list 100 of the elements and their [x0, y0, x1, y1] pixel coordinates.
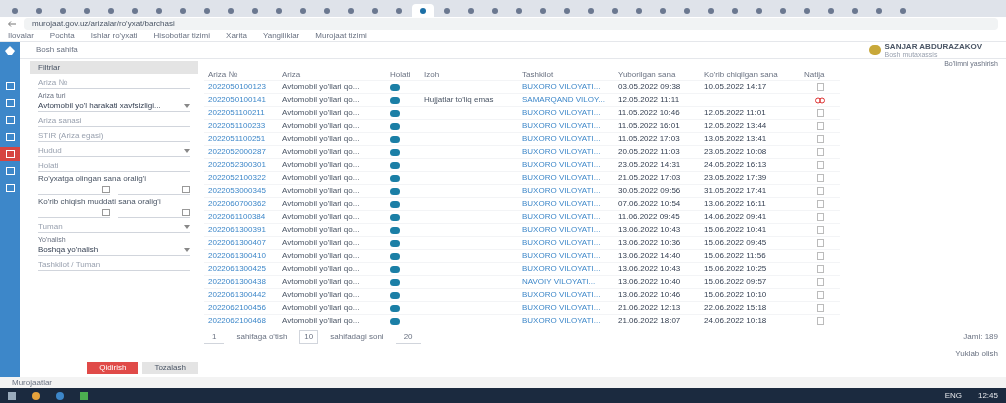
column-header[interactable]: Izoh	[420, 69, 518, 81]
column-header[interactable]: Ariza №	[204, 69, 278, 81]
export-link[interactable]: Yuklab olish	[955, 348, 998, 360]
bookmark[interactable]: Ishlar ro'yxati	[90, 29, 138, 42]
date-field[interactable]	[118, 207, 190, 218]
table-row[interactable]: 2022062100456 Avtomobil yo'llari qo... BUXORO VILOYATI... 21.06.2022 12:13 22.06.2022 15:18	[204, 301, 840, 314]
input-field[interactable]: Holati	[38, 160, 190, 172]
table-cell-text: 31.05.2022 17:41	[703, 185, 768, 197]
table-row[interactable]: 2022051100211 Avtomobil yo'llari qo... BUXORO VILOYATI... 11.05.2022 10:46 12.05.2022 11:01	[204, 106, 840, 119]
search-button[interactable]: Qidirish	[87, 362, 139, 374]
date-field[interactable]	[118, 184, 190, 195]
table-cell-text: BUXORO VILOYATI...	[521, 250, 602, 262]
per-page-select[interactable]: 20	[395, 330, 421, 344]
table-cell-text: 14.06.2022 09:41	[703, 211, 768, 223]
column-header[interactable]: Natija	[800, 69, 840, 81]
table-cell-text: BUXORO VILOYATI...	[521, 107, 602, 119]
bookmark[interactable]: Xarita	[226, 29, 247, 42]
column-header[interactable]: Ko'rib chiqilgan sana	[700, 69, 800, 81]
table-row[interactable]: 2022061300410 Avtomobil yo'llari qo... BUXORO VILOYATI... 13.06.2022 14:40 15.06.2022 11:56	[204, 249, 840, 262]
page-field[interactable]: 1	[204, 330, 225, 344]
table-cell-text: 2022051100211	[207, 107, 266, 119]
start-icon[interactable]	[8, 391, 16, 400]
table-cell-text: Avtomobil yo'llari qo...	[281, 107, 361, 119]
table-cell-text: BUXORO VILOYATI...	[521, 185, 602, 197]
table-row[interactable]: 2022052100322 Avtomobil yo'llari qo... BUXORO VILOYATI... 21.05.2022 17:03 23.05.2022 17:39	[204, 171, 840, 184]
select-field[interactable]: Hudud	[38, 145, 190, 157]
table-cell-text: 13.06.2022 10:40	[617, 276, 682, 288]
square-icon	[5, 82, 15, 90]
table-row[interactable]: 2022053000345 Avtomobil yo'llari qo... BUXORO VILOYATI... 30.05.2022 09:56 31.05.2022 17:41	[204, 184, 840, 197]
table-row[interactable]: 2022052000287 Avtomobil yo'llari qo... BUXORO VILOYATI... 20.05.2022 11:03 23.05.2022 10:08	[204, 145, 840, 158]
table-cell-text: BUXORO VILOYATI...	[521, 198, 602, 210]
nav-link[interactable]: Bosh sahifa	[36, 44, 78, 56]
table-cell-text: 13.05.2022 13:41	[703, 133, 768, 145]
table-cell-text: 07.06.2022 10:54	[617, 198, 682, 210]
clear-button[interactable]: Tozalash	[142, 362, 198, 374]
bookmark[interactable]: Murojaat tizimi	[315, 29, 367, 42]
input-field[interactable]: Ariza sanasi	[38, 115, 190, 127]
bookmark[interactable]: Yangiliklar	[262, 29, 300, 42]
table-cell-text: 2022061300425	[207, 263, 267, 275]
table-cell-text: Avtomobil yo'llari qo...	[281, 250, 361, 262]
table-cell-text: Avtomobil yo'llari qo...	[281, 276, 361, 288]
table-cell-text: Avtomobil yo'llari qo...	[281, 146, 361, 158]
table-row[interactable]: 2022050100123 Avtomobil yo'llari qo... BUXORO VILOYATI... 03.05.2022 09:38 10.05.2022 14:17	[204, 80, 840, 93]
table-cell-text: Avtomobil yo'llari qo...	[281, 81, 361, 93]
user-name[interactable]: SANJAR ABDURAZAKOV	[884, 42, 982, 51]
table-row[interactable]: 2022061100384 Avtomobil yo'llari qo... BUXORO VILOYATI... 11.06.2022 09:45 14.06.2022 09:41	[204, 210, 840, 223]
table-row[interactable]: 2022052300301 Avtomobil yo'llari qo... BUXORO VILOYATI... 23.05.2022 14:31 24.05.2022 16:13	[204, 158, 840, 171]
column-header[interactable]: Tashkilot	[518, 69, 614, 81]
table-cell-text: 23.05.2022 10:08	[703, 146, 768, 158]
table-cell-text: Avtomobil yo'llari qo...	[281, 211, 361, 223]
app-icon[interactable]	[80, 391, 88, 400]
table-cell-text: BUXORO VILOYATI...	[521, 315, 602, 327]
column-header[interactable]: Holati	[386, 69, 420, 81]
date-field[interactable]	[38, 184, 110, 195]
table-row[interactable]: 2022061300442 Avtomobil yo'llari qo... BUXORO VILOYATI... 13.06.2022 10:46 15.06.2022 10:10	[204, 288, 840, 301]
address-bar[interactable]: murojaat.gov.uz/arizalar/ro'yxat/barchasi	[24, 17, 998, 30]
back-icon[interactable]	[8, 20, 16, 27]
bookmark[interactable]: Ilovalar	[8, 29, 34, 42]
table-cell-text: 11.05.2022 10:46	[617, 107, 681, 119]
table-cell-text: 2022060700362	[207, 198, 267, 210]
table-cell-text: 12.05.2022 11:11	[617, 94, 681, 106]
app-icon[interactable]	[32, 391, 40, 400]
avatar-icon	[868, 45, 881, 55]
bookmark[interactable]: Pochta	[49, 29, 75, 42]
table-row[interactable]: 2022061300425 Avtomobil yo'llari qo... BUXORO VILOYATI... 13.06.2022 10:43 15.06.2022 10:25	[204, 262, 840, 275]
table-cell-text: Avtomobil yo'llari qo...	[281, 94, 361, 106]
table-row[interactable]: 2022051100233 Avtomobil yo'llari qo... BUXORO VILOYATI... 11.05.2022 16:01 12.05.2022 13:44	[204, 119, 840, 132]
select-field[interactable]: Tuman	[38, 221, 190, 233]
table-row[interactable]: 2022051100251 Avtomobil yo'llari qo... BUXORO VILOYATI... 11.05.2022 17:03 13.05.2022 13:41	[204, 132, 840, 145]
table-cell-text: 13.06.2022 10:46	[617, 289, 682, 301]
table-cell-text: BUXORO VILOYATI...	[521, 146, 602, 158]
table-row[interactable]: 2022060700362 Avtomobil yo'llari qo... BUXORO VILOYATI... 07.06.2022 10:54 13.06.2022 16:11	[204, 197, 840, 210]
table-cell-text: 2022061100384	[207, 211, 267, 223]
input-field[interactable]: Tashkilot / Tuman	[38, 259, 190, 271]
input-field[interactable]: Ariza №	[38, 77, 190, 89]
table-row[interactable]: 2022050100141 Avtomobil yo'llari qo... Hujjatlar to'liq emas SAMARQAND VILOY... 12.05.2022 11:11	[204, 93, 840, 106]
column-header[interactable]: Yuborilgan sana	[614, 69, 700, 81]
table-cell-text: Avtomobil yo'llari qo...	[281, 198, 361, 210]
page-label: sahifaga o'tish	[236, 331, 288, 343]
bookmark[interactable]: Hisobotlar tizimi	[153, 29, 211, 42]
table-cell-text: Avtomobil yo'llari qo...	[281, 120, 361, 132]
table-cell-text: Avtomobil yo'llari qo...	[281, 172, 361, 184]
input-field[interactable]: STIR (Ariza egasi)	[38, 130, 190, 142]
app-icon[interactable]	[56, 391, 64, 400]
table-cell-text: 2022062100468	[207, 315, 267, 327]
browser-tab[interactable]	[412, 4, 434, 17]
table-cell-text: 2022061300410	[207, 250, 267, 262]
table-cell-text: 23.05.2022 17:39	[703, 172, 768, 184]
table-row[interactable]: 2022061300407 Avtomobil yo'llari qo... BUXORO VILOYATI... 13.06.2022 10:36 15.06.2022 09:45	[204, 236, 840, 249]
nav-item[interactable]	[0, 147, 20, 161]
table-cell-text: Avtomobil yo'llari qo...	[281, 289, 361, 301]
table-cell-text: BUXORO VILOYATI...	[521, 263, 602, 275]
calendar-icon	[102, 208, 110, 216]
table-row[interactable]: 2022061300438 Avtomobil yo'llari qo... NAVOIY VILOYATI... 13.06.2022 10:40 15.06.2022 09:57	[204, 275, 840, 288]
table-cell-text: Hujjatlar to'liq emas	[423, 94, 495, 106]
table-cell-text: 22.06.2022 15:18	[703, 302, 768, 314]
column-header[interactable]: Ariza	[278, 69, 386, 81]
date-field[interactable]	[38, 207, 110, 218]
table-row[interactable]: 2022061300391 Avtomobil yo'llari qo... BUXORO VILOYATI... 13.06.2022 10:43 15.06.2022 10:41	[204, 223, 840, 236]
table-row[interactable]: 2022062100468 Avtomobil yo'llari qo... BUXORO VILOYATI... 21.06.2022 18:07 24.06.2022 10:18	[204, 314, 840, 327]
